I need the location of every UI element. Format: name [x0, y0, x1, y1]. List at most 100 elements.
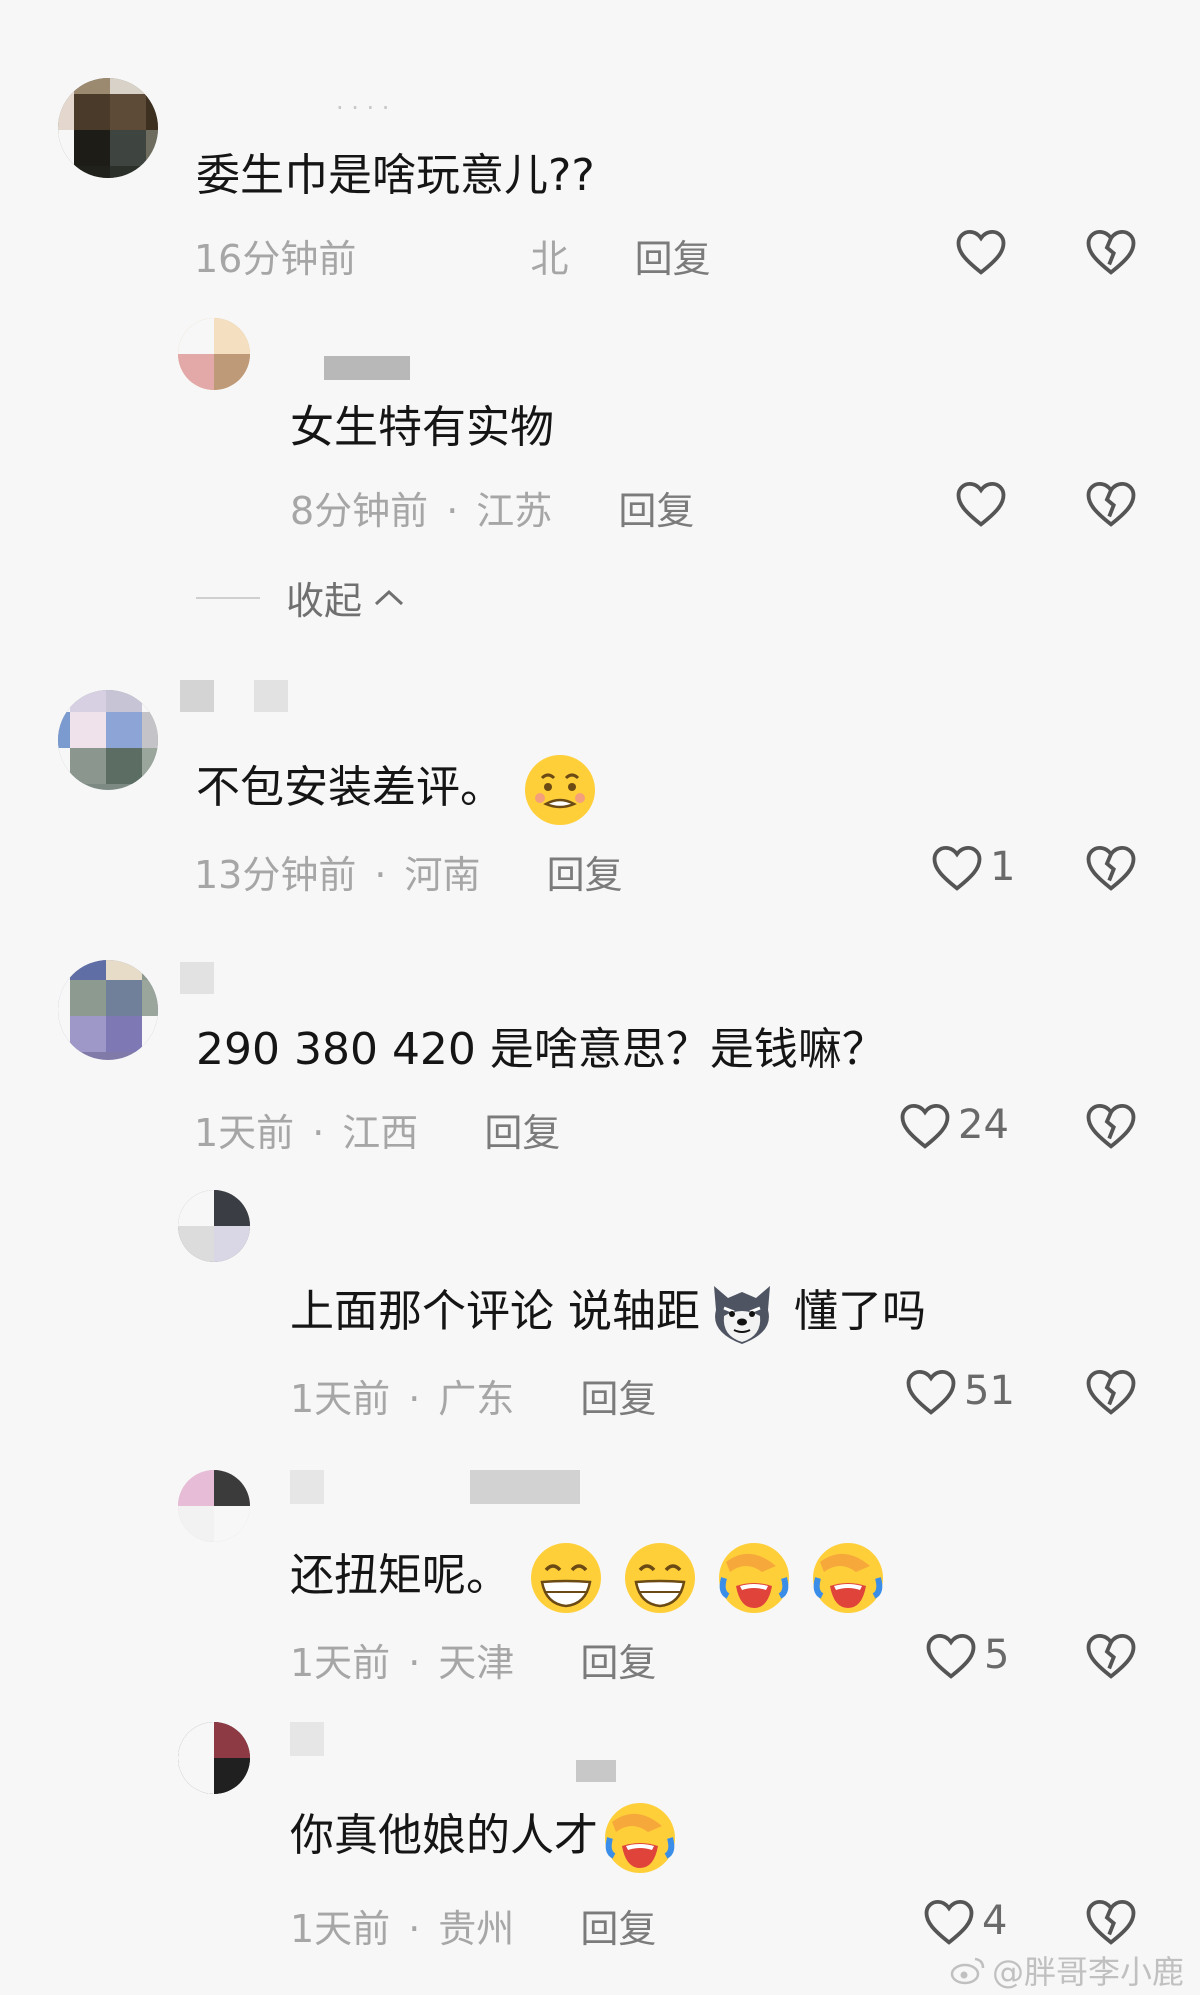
- reply-button[interactable]: 回复: [618, 489, 694, 533]
- divider: [196, 596, 260, 599]
- username-masked: [290, 1722, 324, 1756]
- like-button[interactable]: 1: [930, 842, 1015, 892]
- comment-text: 女生特有实物: [290, 402, 554, 453]
- comment-location: 广东: [438, 1377, 515, 1421]
- avatar[interactable]: [178, 318, 250, 390]
- username-masked-2: [254, 680, 288, 712]
- comment-location: 贵州: [438, 1907, 515, 1951]
- watermark-text: @胖哥李小鹿: [991, 1953, 1184, 1991]
- chevron-up-icon: [374, 589, 404, 605]
- like-count: 5: [984, 1632, 1010, 1678]
- comment-meta: 8分钟前 · 江苏 回复: [290, 489, 695, 533]
- like-button[interactable]: [954, 226, 1008, 276]
- heart-icon: [926, 1633, 976, 1679]
- dislike-button[interactable]: [1084, 842, 1138, 896]
- comment-text: 上面那个评论 说轴距 懂了吗: [290, 1276, 926, 1352]
- avatar[interactable]: [58, 690, 158, 790]
- comment-text-after: 懂了吗: [780, 1286, 926, 1337]
- like-count: 1: [990, 844, 1016, 890]
- comment-time: 13分钟前: [194, 853, 357, 897]
- heart-icon: [956, 229, 1006, 275]
- comment-location: 江西: [342, 1111, 419, 1155]
- like-button[interactable]: [954, 478, 1008, 528]
- heart-icon: [956, 481, 1006, 527]
- awkward-smile-emoji-icon: [525, 755, 595, 825]
- reply-button[interactable]: 回复: [484, 1111, 560, 1155]
- dislike-button[interactable]: [1084, 1100, 1138, 1154]
- collapse-replies-button[interactable]: 收起: [196, 570, 406, 625]
- comment-meta: 13分钟前 · 河南 回复: [194, 853, 623, 897]
- comment-time: 1天前: [290, 1377, 391, 1421]
- broken-heart-icon: [1086, 229, 1136, 275]
- husky-dog-emoji-icon: [714, 1286, 770, 1344]
- username-masked-2: [470, 1470, 580, 1504]
- comment-time: 1天前: [290, 1641, 391, 1685]
- like-button[interactable]: 51: [904, 1366, 1015, 1416]
- comment-meta: 1天前 · 天津 回复: [290, 1641, 657, 1685]
- comment-time: 1天前: [290, 1907, 391, 1951]
- collapse-label: 收起: [286, 579, 363, 623]
- username-masked: [324, 356, 410, 380]
- dislike-button[interactable]: [1084, 1366, 1138, 1420]
- broken-heart-icon: [1086, 845, 1136, 891]
- username-masked-2: [576, 1760, 616, 1782]
- heart-icon: [900, 1103, 950, 1149]
- comment-text: 290 380 420 是啥意思？是钱嘛？: [196, 1024, 886, 1075]
- grin-emoji-icon: [625, 1543, 695, 1613]
- comment-time: 16分钟前: [194, 237, 357, 281]
- like-button[interactable]: 24: [898, 1100, 1009, 1150]
- broken-heart-icon: [1086, 1899, 1136, 1945]
- avatar[interactable]: [178, 1190, 250, 1262]
- avatar[interactable]: [58, 960, 158, 1060]
- comment-time: 8分钟前: [290, 489, 429, 533]
- comment-text-content: 你真他娘的人才: [290, 1810, 598, 1861]
- comment-text: 委生巾是啥玩意儿??: [196, 150, 595, 201]
- like-count: 51: [964, 1368, 1015, 1414]
- like-count: 24: [958, 1102, 1009, 1148]
- username-masked: · · · ·: [336, 94, 390, 122]
- reply-button[interactable]: 回复: [580, 1641, 656, 1685]
- broken-heart-icon: [1086, 1369, 1136, 1415]
- broken-heart-icon: [1086, 481, 1136, 527]
- username-masked: [180, 680, 214, 712]
- watermark: @胖哥李小鹿: [950, 1947, 1184, 1993]
- broken-heart-icon: [1086, 1633, 1136, 1679]
- reply-button[interactable]: 回复: [547, 853, 623, 897]
- comment-meta: 16分钟前 北 回复: [194, 228, 711, 284]
- comment-time: 1天前: [194, 1111, 295, 1155]
- comment-meta: 1天前 · 江西 回复: [194, 1111, 561, 1155]
- comment-location: 北: [530, 237, 569, 281]
- grin-emoji-icon: [531, 1543, 601, 1613]
- dislike-button[interactable]: [1084, 478, 1138, 532]
- comment-meta: 1天前 · 广东 回复: [290, 1377, 657, 1421]
- laugh-cry-emoji-icon: [813, 1543, 883, 1613]
- username-masked: [180, 962, 214, 994]
- comment-location: 江苏: [476, 489, 553, 533]
- heart-icon: [924, 1899, 974, 1945]
- like-button[interactable]: 4: [922, 1896, 1007, 1946]
- comment-location: 河南: [404, 853, 481, 897]
- comment-text-content: 不包安装差评。: [196, 762, 504, 813]
- dislike-button[interactable]: [1084, 1630, 1138, 1684]
- dislike-button[interactable]: [1084, 226, 1138, 280]
- avatar[interactable]: [178, 1722, 250, 1794]
- reply-button[interactable]: 回复: [580, 1907, 656, 1951]
- laugh-cry-emoji-icon: [719, 1543, 789, 1613]
- dislike-button[interactable]: [1084, 1896, 1138, 1950]
- reply-button[interactable]: 回复: [580, 1377, 656, 1421]
- comment-text: 不包安装差评。: [196, 752, 598, 828]
- comment-meta: 1天前 · 贵州 回复: [290, 1907, 657, 1951]
- comment-location: 天津: [438, 1641, 515, 1685]
- reply-button[interactable]: 回复: [635, 237, 711, 281]
- comment-text-content: 还扭矩呢。: [290, 1550, 510, 1601]
- username-masked: [290, 1470, 324, 1504]
- heart-icon: [906, 1369, 956, 1415]
- laugh-cry-emoji-icon: [605, 1803, 675, 1873]
- avatar[interactable]: [178, 1470, 250, 1542]
- like-button[interactable]: 5: [924, 1630, 1009, 1680]
- weibo-logo-icon: [950, 1957, 985, 1985]
- comment-text: 还扭矩呢。: [290, 1540, 886, 1616]
- comment-text: 你真他娘的人才: [290, 1800, 678, 1876]
- comment-text-before: 上面那个评论 说轴距: [290, 1286, 700, 1337]
- avatar[interactable]: [58, 78, 158, 178]
